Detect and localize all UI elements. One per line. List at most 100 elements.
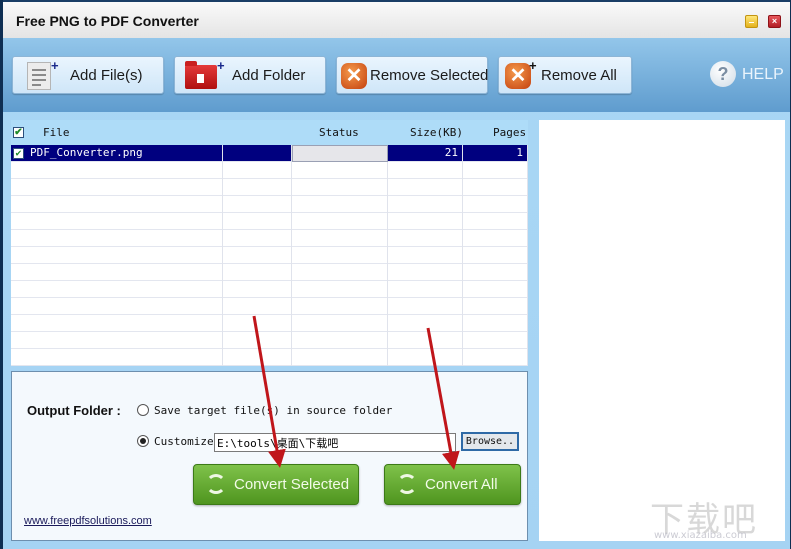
select-all-checkbox[interactable]: ✔ (13, 127, 24, 138)
remove-selected-button[interactable]: ✕ Remove Selected (336, 56, 488, 94)
empty-row (11, 349, 528, 366)
pages-cell (463, 298, 528, 315)
close-button[interactable]: × (768, 15, 781, 28)
empty-row (11, 196, 528, 213)
status-cell (292, 179, 388, 196)
file-cell (11, 230, 223, 247)
empty-row (11, 213, 528, 230)
column-header-status[interactable]: Status (319, 126, 359, 139)
pages-cell (463, 179, 528, 196)
status-cell (292, 196, 388, 213)
remove-icon: ✕ (341, 63, 367, 89)
pages-cell (463, 196, 528, 213)
help-icon: ? (710, 61, 736, 87)
row-checkbox[interactable]: ✔ (13, 148, 24, 159)
status-cell (292, 264, 388, 281)
empty-row (11, 230, 528, 247)
status-cell (292, 247, 388, 264)
title-bar: Free PNG to PDF Converter × (3, 0, 790, 38)
radio-customize[interactable] (137, 435, 149, 447)
empty-row (11, 247, 528, 264)
file-cell (11, 196, 223, 213)
blank-cell (223, 196, 292, 213)
size-cell (388, 247, 463, 264)
toolbar: + Add File(s) + Add Folder ✕ Remove Sele… (3, 38, 790, 112)
remove-selected-label: Remove Selected (370, 67, 489, 84)
size-cell (388, 281, 463, 298)
add-folder-button[interactable]: + Add Folder (174, 56, 326, 94)
status-cell (292, 281, 388, 298)
empty-row (11, 264, 528, 281)
blank-cell (223, 264, 292, 281)
status-cell (292, 315, 388, 332)
size-cell (388, 179, 463, 196)
output-path-input[interactable] (214, 433, 456, 452)
size-cell (388, 230, 463, 247)
empty-row (11, 162, 528, 179)
convert-selected-button[interactable]: Convert Selected (193, 464, 359, 505)
folder-add-icon (185, 61, 217, 89)
radio-source-folder[interactable] (137, 404, 149, 416)
file-cell (11, 332, 223, 349)
browse-button[interactable]: Browse.. (461, 432, 519, 451)
file-cell (11, 315, 223, 332)
size-cell (388, 315, 463, 332)
size-cell (388, 213, 463, 230)
status-cell (292, 230, 388, 247)
plus-icon: + (217, 58, 225, 73)
output-folder-label: Output Folder : (27, 403, 121, 418)
file-list-header: ✔ File Status Size(KB) Pages (11, 120, 528, 145)
file-cell (11, 349, 223, 366)
blank-cell (223, 315, 292, 332)
pages-cell (463, 315, 528, 332)
convert-all-button[interactable]: Convert All (384, 464, 521, 505)
size-cell (388, 332, 463, 349)
plus-icon: + (51, 58, 59, 73)
file-cell (11, 213, 223, 230)
size-cell (388, 349, 463, 366)
customize-option-label: Customize (154, 435, 214, 448)
empty-row (11, 298, 528, 315)
size-cell: 21 (388, 145, 463, 162)
column-header-size[interactable]: Size(KB) (410, 126, 463, 139)
refresh-icon (206, 474, 226, 494)
refresh-icon (397, 474, 417, 494)
convert-selected-label: Convert Selected (234, 476, 350, 493)
add-files-button[interactable]: + Add File(s) (12, 56, 164, 94)
column-header-file[interactable]: File (43, 126, 70, 139)
file-row[interactable]: ✔ PDF_Converter.png 21 1 (11, 145, 528, 162)
column-header-pages[interactable]: Pages (493, 126, 526, 139)
file-cell (11, 179, 223, 196)
pages-cell (463, 332, 528, 349)
blank-cell (223, 349, 292, 366)
website-link[interactable]: www.freepdfsolutions.com (24, 515, 152, 527)
blank-cell (223, 213, 292, 230)
document-add-icon (27, 62, 51, 90)
pages-cell (463, 264, 528, 281)
empty-row (11, 179, 528, 196)
remove-all-label: Remove All (541, 67, 617, 84)
file-name: PDF_Converter.png (30, 146, 143, 159)
empty-row (11, 281, 528, 298)
add-files-label: Add File(s) (70, 67, 143, 84)
status-cell (292, 162, 388, 179)
pages-cell (463, 230, 528, 247)
watermark: 下载吧 www.xiazaiba.com (650, 492, 758, 541)
pages-cell (463, 281, 528, 298)
status-progress (292, 145, 388, 162)
minimize-button[interactable] (745, 15, 758, 28)
preview-pane (539, 120, 785, 541)
blank-cell (223, 179, 292, 196)
size-cell (388, 298, 463, 315)
file-size: 21 (444, 146, 458, 159)
file-list: ✔ File Status Size(KB) Pages ✔ PDF_Conver… (11, 120, 528, 366)
status-cell (292, 298, 388, 315)
file-cell (11, 298, 223, 315)
remove-all-button[interactable]: ✕ + Remove All (498, 56, 632, 94)
file-cell (11, 162, 223, 179)
help-label: HELP (742, 66, 784, 83)
pages-cell (463, 349, 528, 366)
status-cell (292, 213, 388, 230)
blank-cell (223, 162, 292, 179)
blank-cell (223, 332, 292, 349)
